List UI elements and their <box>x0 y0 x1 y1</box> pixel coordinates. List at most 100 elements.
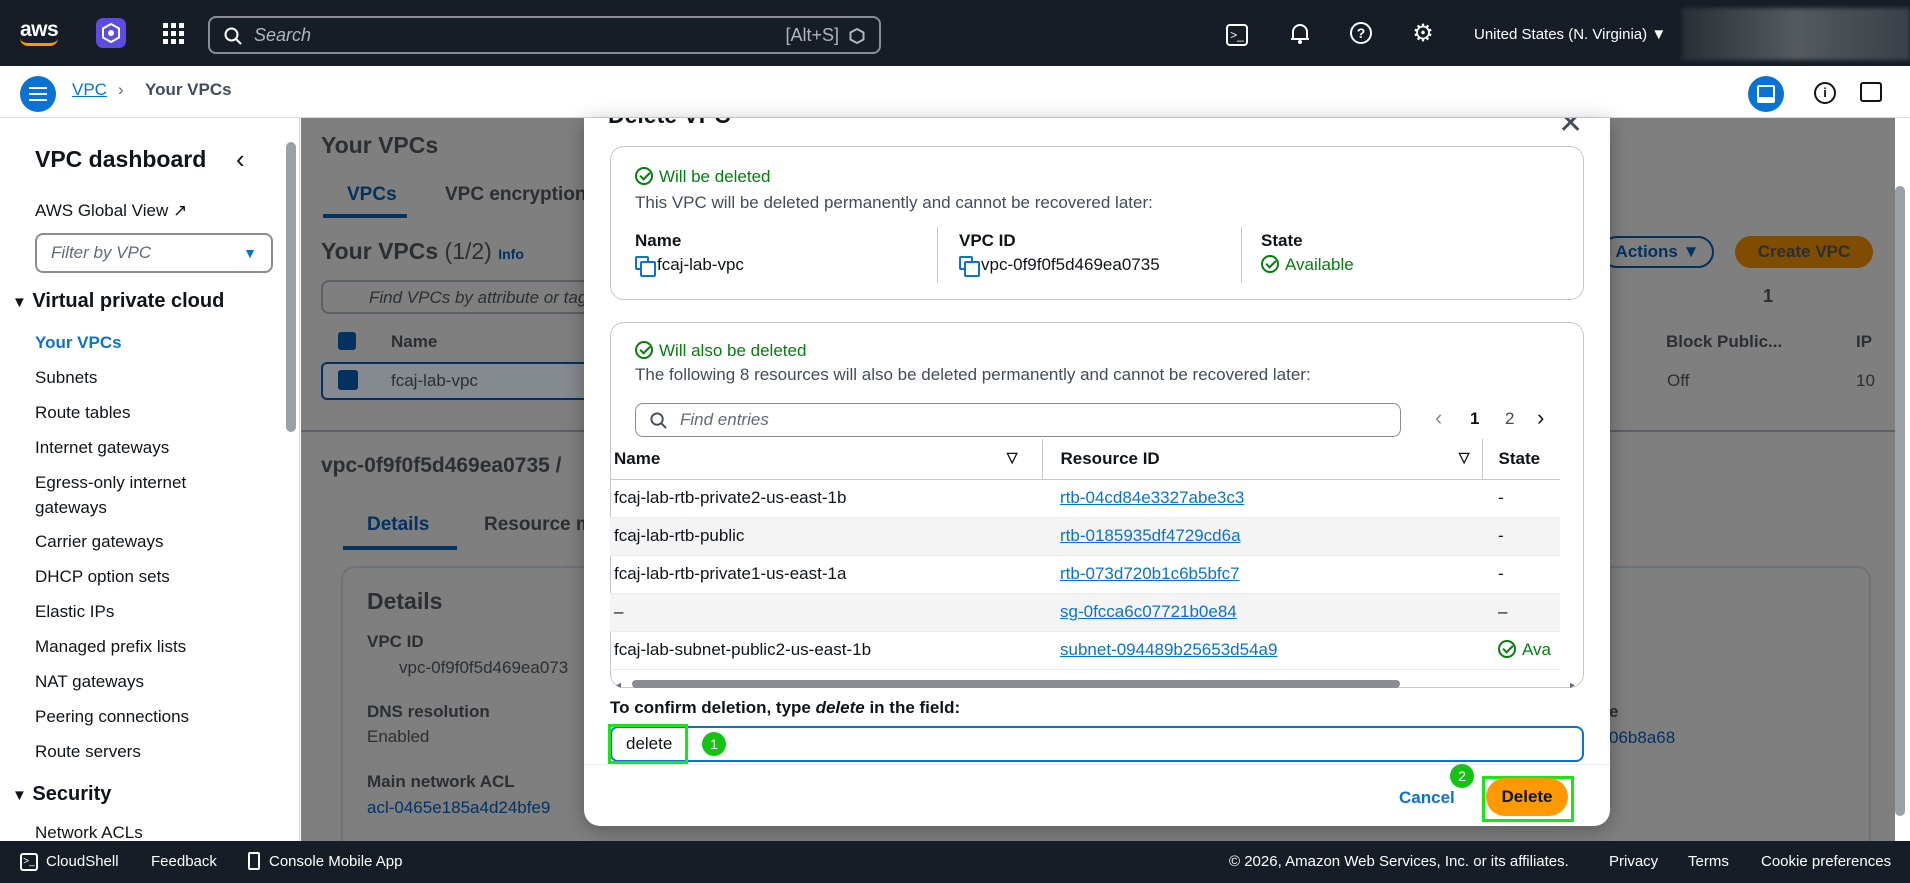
sidebar-item-route-servers[interactable]: Route servers <box>35 739 141 764</box>
info-icon[interactable]: i <box>1814 82 1836 104</box>
hamburger-icon <box>29 87 47 101</box>
account-menu[interactable] <box>1682 8 1910 60</box>
menu-button[interactable] <box>20 76 56 112</box>
find-vpcs-input[interactable]: Find VPCs by attribute or tag <box>321 280 621 314</box>
sidebar-item-network-acls[interactable]: Network ACLs <box>35 820 143 841</box>
pagination-page[interactable]: 1 <box>1763 286 1773 307</box>
column-header-state[interactable]: State <box>1481 439 1560 480</box>
create-vpc-button[interactable]: Create VPC <box>1735 236 1873 268</box>
resource-id-link[interactable]: subnet-094489b25653d54a9 <box>1060 640 1277 659</box>
sidebar-item-internet-gateways[interactable]: Internet gateways <box>35 435 169 460</box>
also-deleted-header: Will also be deleted <box>635 341 806 361</box>
check-circle-icon <box>1498 640 1516 658</box>
table-row: fcaj-lab-subnet-public2-us-east-1b subne… <box>610 631 1560 670</box>
resource-id-link[interactable]: rtb-04cd84e3327abe3c3 <box>1060 488 1244 507</box>
vpc-warning-text: This VPC will be deleted permanently and… <box>635 193 1153 212</box>
row-name: fcaj-lab-vpc <box>391 371 478 390</box>
actions-button[interactable]: Actions ▼ <box>1601 236 1714 268</box>
gear-icon[interactable]: ⚙ <box>1410 20 1436 47</box>
cell-name: fcaj-lab-rtb-private1-us-east-1a <box>610 555 1042 594</box>
copy-icon[interactable] <box>635 256 656 277</box>
column-header-resource-id[interactable]: Resource ID ▽ <box>1041 439 1482 480</box>
search-input[interactable]: Search [Alt+S] <box>208 16 881 54</box>
tab-vpcs[interactable]: VPCs <box>347 184 397 206</box>
scrollbar-thumb[interactable] <box>632 680 1400 688</box>
also-deleted-label: Will also be deleted <box>659 341 807 360</box>
pagination-page-1[interactable]: 1 <box>1470 409 1479 429</box>
column-label: Resource ID <box>1060 448 1160 468</box>
cell-state: - <box>1482 555 1560 594</box>
sidebar-item-your-vpcs[interactable]: Your VPCs <box>35 330 122 355</box>
apps-grid-icon[interactable] <box>162 22 186 46</box>
sidebar-scrollbar[interactable] <box>286 142 296 432</box>
main-acl-link[interactable]: acl-0465e185a4d24bfe9 <box>367 798 550 818</box>
state-value: Available <box>1261 255 1354 275</box>
sidebar-item-peering[interactable]: Peering connections <box>35 704 189 729</box>
sidebar-item-egress-only[interactable]: Egress-only internet gateways <box>35 470 235 520</box>
mobile-icon <box>248 852 260 870</box>
copy-icon[interactable] <box>959 256 980 277</box>
scroll-left-icon[interactable]: ◂ <box>616 680 621 691</box>
filter-by-vpc-select[interactable]: Filter by VPC ▼ <box>35 233 273 273</box>
select-all-checkbox[interactable] <box>338 332 356 350</box>
info-link[interactable]: Info <box>498 246 524 262</box>
feedback-link[interactable]: Feedback <box>151 853 217 870</box>
service-icon[interactable] <box>96 18 126 48</box>
terms-link[interactable]: Terms <box>1688 853 1729 870</box>
sidebar-section-security[interactable]: ▼ Security <box>12 783 111 806</box>
collapse-sidebar-icon[interactable]: ‹ <box>236 144 245 175</box>
row-checkbox[interactable] <box>338 370 358 390</box>
confirm-delete-input[interactable]: delete <box>610 726 1584 762</box>
sidebar-item-prefix-lists[interactable]: Managed prefix lists <box>35 634 186 659</box>
delete-button[interactable]: Delete <box>1486 778 1568 816</box>
cloudshell-icon[interactable]: >_ <box>1226 24 1248 46</box>
right-partial-link[interactable]: 06b8a68 <box>1609 728 1675 748</box>
display-settings-icon[interactable] <box>1860 82 1882 102</box>
column-header-name[interactable]: Name ▽ <box>610 439 1042 480</box>
region-selector[interactable]: United States (N. Virginia) ▼ <box>1474 26 1666 43</box>
mobile-app-link[interactable]: Console Mobile App <box>269 853 402 870</box>
caret-down-icon: ▼ <box>243 245 257 261</box>
bell-icon[interactable] <box>1288 22 1312 46</box>
help-icon[interactable]: ? <box>1350 22 1372 44</box>
active-tab-indicator <box>323 214 407 218</box>
aws-logo[interactable]: aws <box>20 18 59 46</box>
sidebar-section-vpc[interactable]: ▼ Virtual private cloud <box>12 290 224 313</box>
chevron-right-icon[interactable]: › <box>1537 405 1544 431</box>
cancel-button[interactable]: Cancel <box>1399 788 1455 808</box>
cookie-preferences-link[interactable]: Cookie preferences <box>1761 853 1891 870</box>
breadcrumb-vpc-link[interactable]: VPC <box>72 80 107 100</box>
resource-id-link[interactable]: rtb-0185935df4729cd6a <box>1060 526 1241 545</box>
sidebar-item-carrier-gateways[interactable]: Carrier gateways <box>35 529 164 554</box>
pagination-page-2[interactable]: 2 <box>1505 409 1514 429</box>
tab-details[interactable]: Details <box>367 514 429 536</box>
privacy-link[interactable]: Privacy <box>1609 853 1658 870</box>
cloudshell-link[interactable]: CloudShell <box>46 853 119 870</box>
check-circle-icon <box>635 341 653 359</box>
sidebar-item-nat-gateways[interactable]: NAT gateways <box>35 669 144 694</box>
sidebar-item-route-tables[interactable]: Route tables <box>35 400 130 425</box>
scroll-right-icon[interactable]: ▸ <box>1570 680 1575 691</box>
cell-name: – <box>610 593 1042 632</box>
chevron-left-icon[interactable]: ‹ <box>1435 405 1442 431</box>
sidebar-item-global-view[interactable]: AWS Global View ↗ <box>35 198 187 223</box>
tab-vpc-encryption[interactable]: VPC encryption <box>445 184 586 206</box>
tab-resource-map[interactable]: Resource m <box>484 514 593 536</box>
resource-id-link[interactable]: rtb-073d720b1c6b5bfc7 <box>1060 564 1240 583</box>
find-entries-input[interactable]: Find entries <box>635 403 1401 437</box>
highlight-input <box>608 724 688 764</box>
sidebar: VPC dashboard ‹ AWS Global View ↗ Filter… <box>0 118 300 841</box>
sidebar-item-dhcp[interactable]: DHCP option sets <box>35 564 170 589</box>
table-horizontal-scrollbar[interactable]: ◂ ▸ <box>614 678 1582 691</box>
resource-id-link[interactable]: sg-0fcca6c07721b0e84 <box>1060 602 1237 621</box>
page-scrollbar[interactable] <box>1895 186 1905 816</box>
hexagon-icon <box>849 28 865 44</box>
sort-icon: ▽ <box>1006 448 1018 465</box>
sidebar-item-subnets[interactable]: Subnets <box>35 365 97 390</box>
page-title: Your VPCs <box>321 132 439 158</box>
close-icon[interactable]: ✕ <box>1558 118 1583 141</box>
column-label: State <box>1498 448 1541 468</box>
find-entries-placeholder: Find entries <box>680 410 769 429</box>
sidebar-item-elastic-ips[interactable]: Elastic IPs <box>35 599 114 624</box>
panel-toggle-button[interactable] <box>1748 76 1784 112</box>
